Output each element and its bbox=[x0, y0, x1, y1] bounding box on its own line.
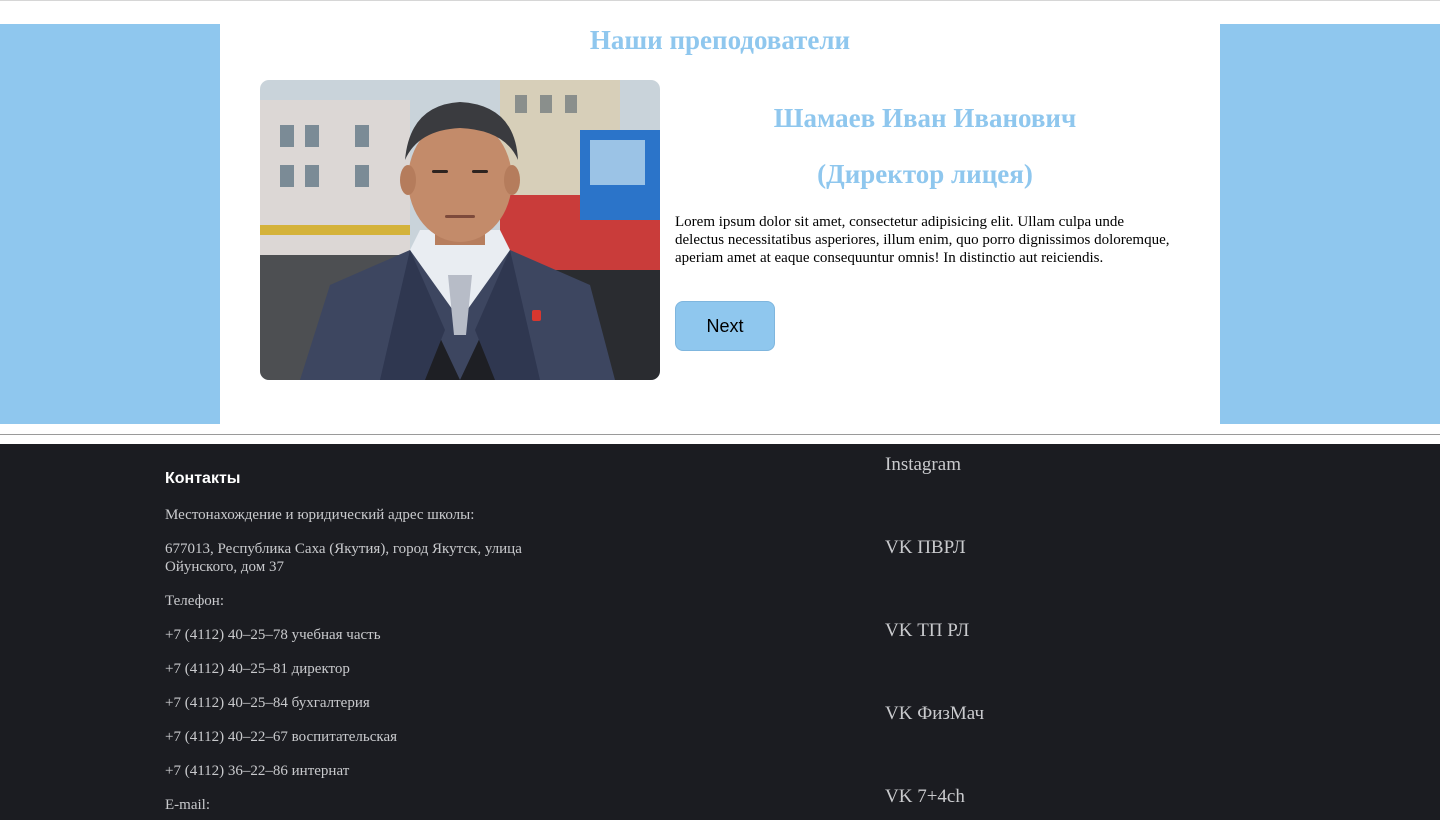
teacher-photo bbox=[260, 80, 660, 380]
left-side-band bbox=[0, 24, 220, 424]
teacher-role: (Директор лицея) bbox=[817, 159, 1033, 189]
section-title: Наши преподователи bbox=[589, 25, 851, 55]
address-value: 677013, Республика Саха (Якутия), город … bbox=[165, 541, 522, 575]
social-link-instagram[interactable]: Instagram bbox=[885, 453, 961, 477]
social-link-vk-fizmach[interactable]: VK ФизМач bbox=[885, 702, 984, 726]
teacher-name: Шамаев Иван Иванович bbox=[773, 103, 1077, 133]
phone-boarding: +7 (4112) 36–22–86 интернат bbox=[165, 763, 350, 779]
contacts-heading: Контакты bbox=[165, 470, 241, 487]
phone-academic: +7 (4112) 40–25–78 учебная часть bbox=[165, 627, 381, 643]
right-side-band bbox=[1220, 24, 1440, 424]
phone-tutors: +7 (4112) 40–22–67 воспитательская bbox=[165, 729, 398, 745]
address-label: Местонахождение и юридический адрес школ… bbox=[165, 507, 475, 523]
footer: Контакты Местонахождение и юридический а… bbox=[0, 444, 1440, 820]
email-label: E-mail: bbox=[165, 797, 210, 813]
social-link-vk-pvrl[interactable]: VK ПВРЛ bbox=[885, 536, 966, 560]
social-link-vk-7-4ch[interactable]: VK 7+4ch bbox=[885, 785, 965, 809]
phone-label: Телефон: bbox=[165, 593, 224, 609]
social-link-vk-tp-rl[interactable]: VK ТП РЛ bbox=[885, 619, 969, 643]
teacher-description: Lorem ipsum dolor sit amet, consectetur … bbox=[675, 214, 1170, 266]
phone-director: +7 (4112) 40–25–81 директор bbox=[165, 661, 350, 677]
next-button[interactable]: Next bbox=[675, 301, 775, 351]
phone-accounting: +7 (4112) 40–25–84 бухгалтерия bbox=[165, 695, 370, 711]
section-divider bbox=[0, 434, 1440, 435]
top-border bbox=[0, 0, 1440, 1]
